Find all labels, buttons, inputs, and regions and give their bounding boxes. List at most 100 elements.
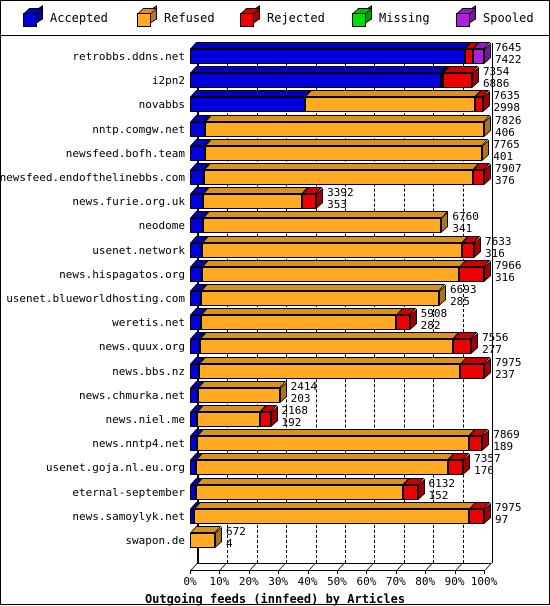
legend-item-rejected: Rejected bbox=[240, 5, 325, 28]
x-tick-minor bbox=[395, 570, 397, 574]
y-axis-label: retrobbs.ddns.net bbox=[72, 50, 185, 63]
bar-value-bottom: 97 bbox=[495, 512, 509, 526]
bar-segment-top-refused bbox=[197, 405, 267, 412]
bar-row bbox=[190, 284, 491, 309]
x-tick-minor bbox=[484, 570, 485, 574]
bar-value-top: 7826 bbox=[495, 113, 522, 127]
x-tick-major bbox=[396, 563, 404, 570]
x-tick-minor bbox=[190, 570, 191, 574]
y-axis-label: news.bbs.nz bbox=[112, 364, 185, 378]
x-tick-minor bbox=[248, 570, 250, 574]
bar-segment-refused bbox=[201, 266, 460, 282]
bar-segment-accepted bbox=[190, 412, 198, 427]
bar-segment-top-accepted bbox=[190, 66, 448, 74]
cube-icon bbox=[456, 5, 477, 27]
y-axis-label: newsfeed.endofthelinebbs.com bbox=[0, 171, 185, 184]
bar-value-bottom: 152 bbox=[428, 488, 449, 502]
bar-value-bottom: 376 bbox=[495, 174, 515, 187]
bar-segment-refused bbox=[201, 242, 462, 258]
cube-icon bbox=[137, 5, 158, 27]
bar-segment-top-refused bbox=[205, 138, 489, 146]
bar-value-bottom: 7422 bbox=[495, 53, 522, 66]
bar-segment-top-refused bbox=[197, 380, 286, 388]
bar-row bbox=[190, 429, 491, 454]
x-axis-title: Outgoing feeds (innfeed) by Articles bbox=[144, 592, 406, 606]
bar-segment-rejected bbox=[461, 242, 474, 258]
bar-segment-top-accepted bbox=[190, 42, 472, 49]
bar-segment-top-accepted bbox=[190, 90, 312, 98]
bar-row bbox=[190, 211, 491, 236]
y-axis-label: novabbs bbox=[138, 98, 185, 112]
bar-segment-rejected bbox=[464, 49, 473, 64]
bar-value-top: 7869 bbox=[493, 428, 520, 442]
bar-value-bottom: 4 bbox=[225, 537, 233, 550]
bar-segment-accepted bbox=[190, 49, 465, 64]
bar-value-bottom: 401 bbox=[493, 149, 514, 163]
bar-value-top: 6693 bbox=[450, 283, 477, 296]
bar-segment-top-refused bbox=[200, 308, 403, 316]
bar-segment-rejected bbox=[259, 412, 271, 427]
x-tick-label: 100% bbox=[470, 575, 498, 588]
y-axis-label: news.niel.me bbox=[105, 413, 185, 426]
bar-value-top: 7975 bbox=[495, 500, 522, 514]
bar-segment-refused bbox=[200, 291, 439, 306]
y-axis-label: newsfeed.bofh.team bbox=[65, 146, 185, 160]
y-axis-label: nntp.comgw.net bbox=[92, 122, 185, 136]
y-axis-label: swapon.de bbox=[125, 534, 185, 547]
y-axis-label: i2pn2 bbox=[151, 74, 185, 88]
bar-value-top: 6132 bbox=[428, 476, 456, 490]
bar-side-face bbox=[441, 212, 449, 234]
gridline-100 bbox=[492, 43, 493, 563]
bar-value-bottom: 277 bbox=[482, 343, 502, 357]
bar-segment-spooled bbox=[472, 49, 484, 64]
bar-row bbox=[190, 453, 491, 478]
legend-label: Rejected bbox=[267, 11, 325, 25]
legend-label: Spooled bbox=[483, 11, 534, 25]
bar-value-top: 7556 bbox=[482, 331, 509, 345]
bar-row bbox=[190, 356, 491, 382]
cube-icon bbox=[240, 5, 261, 27]
bar-value-bottom: 282 bbox=[420, 319, 441, 333]
bar-side-face bbox=[316, 187, 324, 210]
bar-row bbox=[190, 501, 491, 527]
legend-item-missing: Missing bbox=[352, 5, 430, 28]
bar-segment-top-refused bbox=[201, 235, 468, 243]
bar-segment-refused bbox=[197, 436, 470, 452]
bar-segment-rejected bbox=[459, 266, 484, 282]
chart-plot-area: Outgoing feeds (innfeed) by Articles ret… bbox=[0, 35, 549, 606]
x-tick-major bbox=[190, 563, 198, 570]
y-axis-label: news.samoylyk.net bbox=[72, 509, 185, 523]
bar-side-face bbox=[482, 429, 490, 452]
bar-segment-accepted bbox=[190, 121, 206, 137]
bar-segment-accepted bbox=[190, 339, 201, 355]
bar-segment-top-refused bbox=[203, 187, 309, 195]
bar-row bbox=[190, 90, 491, 115]
bar-segment-accepted bbox=[190, 218, 203, 234]
bar-segment-refused bbox=[197, 412, 260, 427]
bar-value-top: 7645 bbox=[495, 41, 522, 54]
bar-row bbox=[190, 235, 491, 261]
x-tick-minor bbox=[366, 570, 368, 574]
bar-value-bottom: 341 bbox=[452, 222, 473, 236]
y-axis-label: usenet.network bbox=[92, 243, 185, 257]
legend-item-refused: Refused bbox=[137, 5, 215, 28]
bar-segment-refused bbox=[190, 533, 215, 548]
bar-segment-accepted bbox=[190, 291, 201, 306]
bar-row bbox=[190, 332, 491, 357]
bar-segment-top-refused bbox=[193, 501, 476, 509]
y-axis-label: news.chmurka.net bbox=[79, 388, 185, 402]
bar-value-top: 3392 bbox=[327, 186, 354, 200]
bar-segment-refused bbox=[196, 460, 449, 476]
bar-segment-top-refused bbox=[198, 356, 467, 364]
bar-row bbox=[190, 380, 491, 406]
bar-segment-refused bbox=[198, 363, 461, 379]
y-axis-label: usenet.blueworldhosting.com bbox=[6, 292, 185, 305]
bar-side-face bbox=[471, 333, 479, 355]
bar-segment-top-refused bbox=[202, 211, 448, 219]
bar-segment-top-refused bbox=[195, 477, 410, 485]
bar-segment-top-refused bbox=[201, 259, 466, 267]
x-tick-minor bbox=[454, 570, 456, 574]
bar-segment-rejected bbox=[396, 315, 410, 331]
bar-row bbox=[190, 259, 491, 285]
bar-value-bottom: 237 bbox=[495, 367, 515, 381]
